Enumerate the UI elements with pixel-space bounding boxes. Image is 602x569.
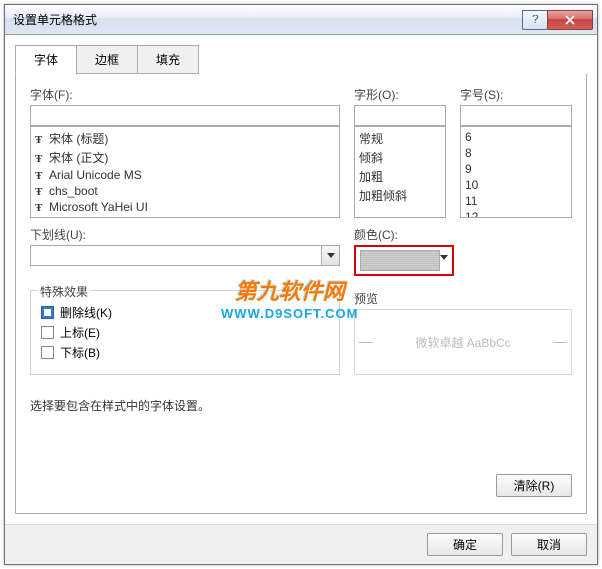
row-underline-color: 下划线(U): 颜色(C): xyxy=(30,226,572,276)
checkbox-icon xyxy=(41,346,54,359)
list-item[interactable]: 倾斜 xyxy=(355,148,445,167)
label-underline: 下划线(U): xyxy=(30,226,340,243)
font-input[interactable] xyxy=(30,105,340,126)
style-input[interactable] xyxy=(354,105,446,126)
checkbox-icon xyxy=(41,326,54,339)
effects-group: 特殊效果 删除线(K) 上标(E) 下标(B) xyxy=(30,290,340,375)
list-item: Ŧchs_boot xyxy=(31,183,339,199)
list-item[interactable]: 加粗倾斜 xyxy=(355,186,445,205)
list-item[interactable]: 11 xyxy=(461,193,571,209)
list-item[interactable]: 加粗 xyxy=(355,167,445,186)
list-item[interactable]: 9 xyxy=(461,161,571,177)
dialog-footer: 确定 取消 xyxy=(5,524,597,564)
list-item[interactable]: 12 xyxy=(461,209,571,218)
chevron-down-icon[interactable] xyxy=(322,245,340,266)
color-highlight-box xyxy=(354,245,454,276)
size-listbox[interactable]: 6 8 9 10 11 12 xyxy=(460,126,572,218)
underline-combo[interactable] xyxy=(30,245,340,266)
list-item[interactable]: 10 xyxy=(461,177,571,193)
checkbox-icon xyxy=(41,306,54,319)
tabstrip: 字体 边框 填充 xyxy=(15,45,587,75)
label-font: 字体(F): xyxy=(30,86,340,103)
list-item: ŦArial Unicode MS xyxy=(31,167,339,183)
list-item[interactable]: 6 xyxy=(461,129,571,145)
window-title: 设置单元格格式 xyxy=(13,11,523,28)
label-style: 字形(O): xyxy=(354,86,446,103)
chevron-down-icon[interactable] xyxy=(440,250,448,271)
list-item: Ŧ宋体 (正文) xyxy=(31,148,339,167)
clear-button[interactable]: 清除(R) xyxy=(496,474,572,497)
row-effects-preview: 特殊效果 删除线(K) 上标(E) 下标(B) 预览 xyxy=(30,290,572,375)
list-item: ŦMicrosoft YaHei UI xyxy=(31,199,339,215)
list-item[interactable]: 常规 xyxy=(355,129,445,148)
checkbox-strike[interactable]: 删除线(K) xyxy=(41,304,329,321)
effects-legend: 特殊效果 xyxy=(37,283,91,300)
tab-border[interactable]: 边框 xyxy=(76,45,138,74)
preview-text: 微软卓越 AaBbCc xyxy=(415,334,510,351)
dialog-window: 设置单元格格式 ? 字体 边框 填充 字体(F): Ŧ宋体 (标题) Ŧ宋体 (… xyxy=(4,4,598,565)
size-input[interactable] xyxy=(460,105,572,126)
ok-button[interactable]: 确定 xyxy=(427,533,503,556)
style-listbox[interactable]: 常规 倾斜 加粗 加粗倾斜 xyxy=(354,126,446,218)
font-listbox[interactable]: Ŧ宋体 (标题) Ŧ宋体 (正文) ŦArial Unicode MS Ŧchs… xyxy=(30,126,340,218)
color-combo[interactable] xyxy=(360,250,448,271)
row-font-style-size: 字体(F): Ŧ宋体 (标题) Ŧ宋体 (正文) ŦArial Unicode … xyxy=(30,86,572,218)
titlebar: 设置单元格格式 ? xyxy=(5,5,597,35)
label-color: 颜色(C): xyxy=(354,226,464,243)
close-button[interactable] xyxy=(547,10,593,30)
list-item: ŦSimSun-ExtB xyxy=(31,215,339,218)
tab-font[interactable]: 字体 xyxy=(15,45,77,74)
color-swatch xyxy=(360,250,440,271)
list-item: Ŧ宋体 (标题) xyxy=(31,129,339,148)
dialog-body: 字体 边框 填充 字体(F): Ŧ宋体 (标题) Ŧ宋体 (正文) ŦArial… xyxy=(5,35,597,524)
svg-text:?: ? xyxy=(532,15,539,25)
preview-box: 微软卓越 AaBbCc xyxy=(354,309,572,375)
window-buttons: ? xyxy=(523,10,593,30)
cancel-button[interactable]: 取消 xyxy=(511,533,587,556)
checkbox-sub[interactable]: 下标(B) xyxy=(41,344,329,361)
label-size: 字号(S): xyxy=(460,86,572,103)
help-button[interactable]: ? xyxy=(522,10,548,30)
checkbox-super[interactable]: 上标(E) xyxy=(41,324,329,341)
tab-panel: 字体(F): Ŧ宋体 (标题) Ŧ宋体 (正文) ŦArial Unicode … xyxy=(15,74,587,514)
tab-fill[interactable]: 填充 xyxy=(137,45,199,74)
label-preview: 预览 xyxy=(354,290,572,307)
description-text: 选择要包含在样式中的字体设置。 xyxy=(30,397,572,414)
list-item[interactable]: 8 xyxy=(461,145,571,161)
